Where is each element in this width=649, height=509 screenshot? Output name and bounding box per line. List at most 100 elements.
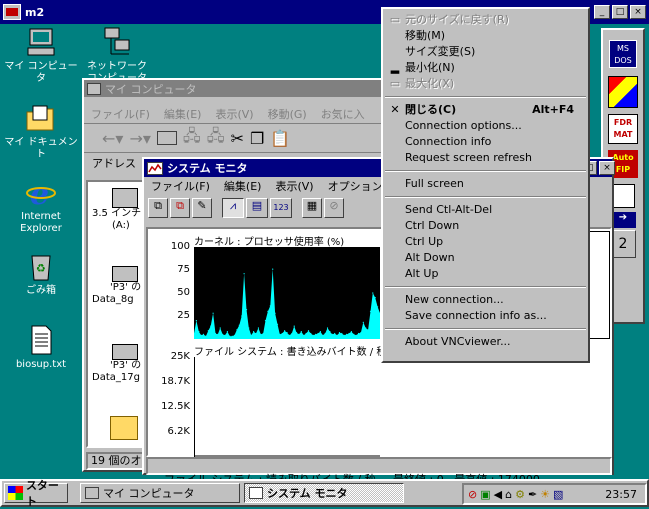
line-chart-button[interactable]: ⩘	[222, 198, 244, 218]
clock[interactable]: 23:57	[605, 488, 637, 501]
tray-volume-icon[interactable]: ◀	[494, 488, 502, 501]
menu-favorites[interactable]: お気に入	[314, 106, 372, 122]
item-label: Data_17g	[92, 372, 140, 383]
data-point	[336, 334, 338, 336]
desktop-icon-ie[interactable]: e Internet Explorer	[4, 176, 78, 235]
desktop-icon-network[interactable]: ネットワーク コンピュータ	[80, 26, 154, 85]
data-point	[262, 332, 264, 335]
desktop-icon-my-computer[interactable]: マイ コンピュータ	[4, 26, 78, 85]
fdr-mat-icon[interactable]: FDR MAT	[608, 114, 638, 144]
edit-item-button[interactable]: ✎	[192, 198, 212, 218]
desktop-icon-recycle-bin[interactable]: ♻ ごみ箱	[4, 250, 78, 297]
app-shortcut-icon[interactable]	[608, 76, 638, 108]
desktop-icon-label: マイ コンピュータ	[4, 61, 78, 84]
data-point	[210, 325, 212, 327]
start-button[interactable]: スタート	[4, 479, 68, 508]
menu-item-7[interactable]: Connection options...	[383, 118, 588, 134]
printer-folder-icon[interactable]	[110, 416, 138, 440]
data-point	[248, 327, 250, 329]
sysmon-menu-view[interactable]: 表示(V)	[268, 178, 320, 194]
cpu-usage-area	[194, 269, 380, 339]
data-point	[324, 332, 326, 335]
network-drive-item[interactable]: 'P3' の Data_8g	[92, 266, 148, 306]
network-drive-item[interactable]: 'P3' の Data_17g	[92, 344, 148, 384]
menu-edit[interactable]: 編集(E)	[157, 106, 209, 122]
bar-chart-button[interactable]: ▤	[246, 198, 268, 218]
tray-network-icon[interactable]: ⚙	[515, 488, 525, 501]
menu-item-9[interactable]: Request screen refresh	[383, 150, 588, 166]
desktop-icon-my-documents[interactable]: マイ ドキュメント	[4, 102, 78, 161]
task-mycomputer[interactable]: マイ コンピュータ	[80, 483, 240, 503]
back-arrow-icon[interactable]: ←▾	[102, 129, 123, 148]
data-point	[374, 297, 376, 299]
map-drive-icon[interactable]: 🖧	[183, 125, 201, 152]
disconnect-drive-icon[interactable]: 🖧	[207, 125, 225, 152]
floppy-drive-item[interactable]: 3.5 インチ (A:)	[92, 188, 148, 232]
restore-icon: ▭	[389, 13, 401, 26]
properties-button[interactable]: ▦	[302, 198, 322, 218]
menu-item-6[interactable]: ✕ 閉じる(C) Alt+F4	[383, 102, 588, 118]
menu-item-2[interactable]: サイズ変更(S)	[383, 44, 588, 60]
item-label: 'P3' の	[110, 360, 142, 371]
up-folder-icon[interactable]	[156, 131, 177, 145]
start-label: スタート	[25, 479, 59, 508]
menu-separator	[385, 96, 586, 98]
item-label: 'P3' の	[110, 282, 142, 293]
data-point	[267, 310, 269, 312]
ms-dos-icon[interactable]: MS DOS	[609, 40, 637, 68]
item-label: Data_8g	[92, 294, 134, 305]
tray-sun-icon[interactable]: ☀	[540, 488, 550, 501]
data-point	[274, 312, 276, 314]
minimize-icon: ▂	[390, 61, 400, 74]
menu-item-19[interactable]: New connection...	[383, 292, 588, 308]
menu-item-8[interactable]: Connection info	[383, 134, 588, 150]
sysmon-menu-file[interactable]: ファイル(F)	[144, 178, 217, 194]
remove-item-button[interactable]: ⧉	[170, 198, 190, 218]
tray-pen-icon[interactable]: ✒	[528, 488, 537, 501]
menu-go[interactable]: 移動(G)	[261, 106, 314, 122]
menu-file[interactable]: ファイル(F)	[84, 106, 157, 122]
no-entry-button[interactable]: ⊘	[324, 198, 344, 218]
desktop-icon-label: ごみ箱	[26, 285, 56, 296]
document-shortcut-icon[interactable]	[611, 184, 635, 208]
forward-arrow-icon[interactable]: →▾	[129, 129, 150, 148]
tray-no-icon[interactable]: ⊘	[468, 488, 477, 501]
menu-item-14[interactable]: Ctrl Down	[383, 218, 588, 234]
tray-display-icon[interactable]: ▧	[553, 488, 563, 501]
menu-item-20[interactable]: Save connection info as...	[383, 308, 588, 324]
copy-icon[interactable]: ❐	[250, 129, 264, 148]
vnc-close-button[interactable]: ×	[630, 5, 646, 19]
vnc-maximize-button[interactable]: □	[612, 5, 628, 19]
menu-item-3[interactable]: ▂ 最小化(N)	[383, 60, 588, 76]
menu-item-13[interactable]: Send Ctl-Alt-Del	[383, 202, 588, 218]
vnc-app-icon[interactable]	[3, 4, 21, 20]
data-point	[214, 332, 217, 335]
mycomputer-title: マイ コンピュータ	[105, 82, 197, 96]
sysmon-app-icon[interactable]	[147, 161, 163, 175]
menu-item-label: Send Ctl-Alt-Del	[405, 203, 493, 216]
menu-item-shortcut: Alt+F4	[532, 103, 574, 116]
task-sysmon[interactable]: システム モニタ	[244, 483, 404, 503]
data-point	[377, 306, 379, 308]
menu-item-15[interactable]: Ctrl Up	[383, 234, 588, 250]
tray-mouse-icon[interactable]: ⌂	[505, 488, 512, 501]
menu-item-11[interactable]: Full screen	[383, 176, 588, 192]
menu-item-17[interactable]: Alt Up	[383, 266, 588, 282]
desktop-icon-biosup[interactable]: biosup.txt	[4, 324, 78, 371]
sysmon-close-button[interactable]: ×	[599, 161, 615, 175]
vnc-minimize-button[interactable]: _	[594, 5, 610, 19]
menu-item-1[interactable]: 移動(M)	[383, 28, 588, 44]
numeric-chart-button[interactable]: 123	[270, 198, 292, 218]
y-tick-label: 18.7K	[161, 376, 190, 387]
internet-explorer-icon: e	[25, 176, 57, 212]
paste-icon[interactable]: 📋	[270, 129, 290, 148]
menu-item-22[interactable]: About VNCviewer...	[383, 334, 588, 350]
add-item-button[interactable]: ⧉	[148, 198, 168, 218]
menu-item-16[interactable]: Alt Down	[383, 250, 588, 266]
menu-view[interactable]: 表示(V)	[208, 106, 260, 122]
cut-icon[interactable]: ✂	[231, 129, 244, 148]
close-icon: ✕	[390, 103, 400, 116]
tray-vnc-icon[interactable]: ▣	[480, 488, 490, 501]
sysmon-small-icon	[249, 487, 263, 499]
sysmon-menu-edit[interactable]: 編集(E)	[217, 178, 269, 194]
